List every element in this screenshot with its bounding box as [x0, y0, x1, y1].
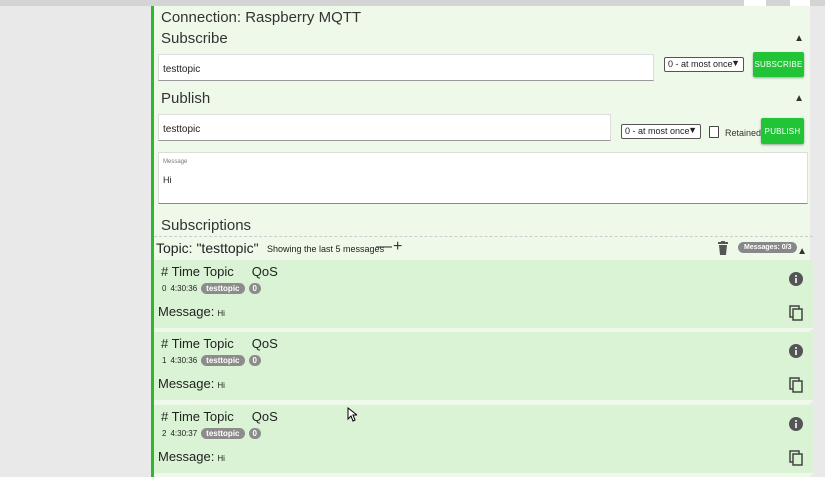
subscribe-qos-value: 0 - at most once — [668, 59, 733, 69]
message-meta: 1 4:30:36 testtopic 0 — [162, 355, 261, 366]
chevron-down-icon: ▼ — [688, 125, 697, 135]
info-icon[interactable] — [789, 417, 803, 436]
message-card: # Time Topic QoS 2 4:30:37 testtopic 0 M… — [154, 405, 813, 475]
message-meta: 2 4:30:37 testtopic 0 — [162, 428, 261, 439]
message-label: Message: — [158, 304, 215, 319]
message-line: Message: Hi — [158, 449, 225, 464]
connection-panel: Connection: Raspberry MQTT Subscribe ▲ t… — [151, 6, 813, 477]
showing-text: Showing the last 5 messages — [267, 244, 385, 254]
copy-icon[interactable] — [789, 450, 803, 471]
subscribe-title: Subscribe — [161, 30, 228, 47]
copy-icon[interactable] — [789, 377, 803, 398]
message-value: Hi — [217, 309, 225, 318]
chevron-up-icon[interactable]: ▲ — [794, 33, 804, 44]
message-time: 4:30:37 — [170, 429, 198, 438]
chevron-up-icon[interactable]: ▲ — [797, 246, 807, 257]
cursor-icon — [347, 406, 359, 427]
publish-topic-input[interactable]: testtopic — [158, 114, 611, 141]
publish-button[interactable]: PUBLISH — [761, 118, 804, 144]
chevron-up-icon[interactable]: ▲ — [794, 93, 804, 104]
message-time: 4:30:36 — [170, 284, 198, 293]
message-line: Message: Hi — [158, 304, 225, 319]
info-icon[interactable] — [789, 272, 803, 291]
message-card: # Time Topic QoS 1 4:30:36 testtopic 0 M… — [154, 332, 813, 402]
topic-pill: testtopic — [201, 428, 245, 439]
message-time: 4:30:36 — [170, 356, 198, 365]
subscriptions-title: Subscriptions — [161, 217, 252, 234]
message-index: 2 — [162, 429, 167, 438]
publish-qos-select[interactable]: 0 - at most once ▼ — [621, 124, 701, 139]
message-card: # Time Topic QoS 0 4:30:36 testtopic 0 M… — [154, 260, 813, 330]
message-field-label: Message — [163, 159, 188, 165]
topic-bar: Topic: "testtopic" Showing the last 5 me… — [154, 236, 813, 260]
copy-icon[interactable] — [789, 305, 803, 326]
retained-checkbox[interactable] — [709, 126, 719, 138]
message-header: # Time Topic QoS — [161, 409, 278, 424]
subscribe-topic-input[interactable]: testtopic — [158, 54, 654, 81]
increase-button[interactable]: + — [393, 238, 402, 256]
publish-title: Publish — [161, 90, 211, 107]
message-field-value: Hi — [163, 175, 172, 185]
publish-qos-value: 0 - at most once — [625, 126, 690, 136]
subscribe-button[interactable]: SUBSCRIBE — [753, 52, 804, 77]
connection-title: Connection: Raspberry MQTT — [161, 9, 362, 26]
message-label: Message: — [158, 376, 215, 391]
qos-pill: 0 — [248, 283, 261, 294]
messages-count-badge: Messages: 0/3 — [738, 242, 798, 253]
topic-name: Topic: "testtopic" — [156, 240, 259, 256]
message-line: Message: Hi — [158, 376, 225, 391]
message-value: Hi — [217, 454, 225, 463]
chevron-down-icon: ▼ — [731, 58, 740, 68]
message-index: 1 — [162, 356, 167, 365]
trash-icon[interactable] — [717, 241, 729, 260]
topic-pill: testtopic — [201, 283, 245, 294]
message-header: # Time Topic QoS — [161, 264, 278, 279]
decrease-button[interactable]: — — [376, 238, 392, 256]
qos-pill: 0 — [248, 355, 261, 366]
message-label: Message: — [158, 449, 215, 464]
message-value: Hi — [217, 381, 225, 390]
retained-label: Retained — [725, 128, 762, 138]
subscribe-qos-select[interactable]: 0 - at most once ▼ — [664, 57, 744, 72]
message-textarea[interactable]: Message Hi — [158, 152, 808, 204]
message-index: 0 — [162, 284, 167, 293]
qos-pill: 0 — [248, 428, 261, 439]
info-icon[interactable] — [789, 344, 803, 363]
message-meta: 0 4:30:36 testtopic 0 — [162, 283, 261, 294]
topic-pill: testtopic — [201, 355, 245, 366]
message-header: # Time Topic QoS — [161, 336, 278, 351]
